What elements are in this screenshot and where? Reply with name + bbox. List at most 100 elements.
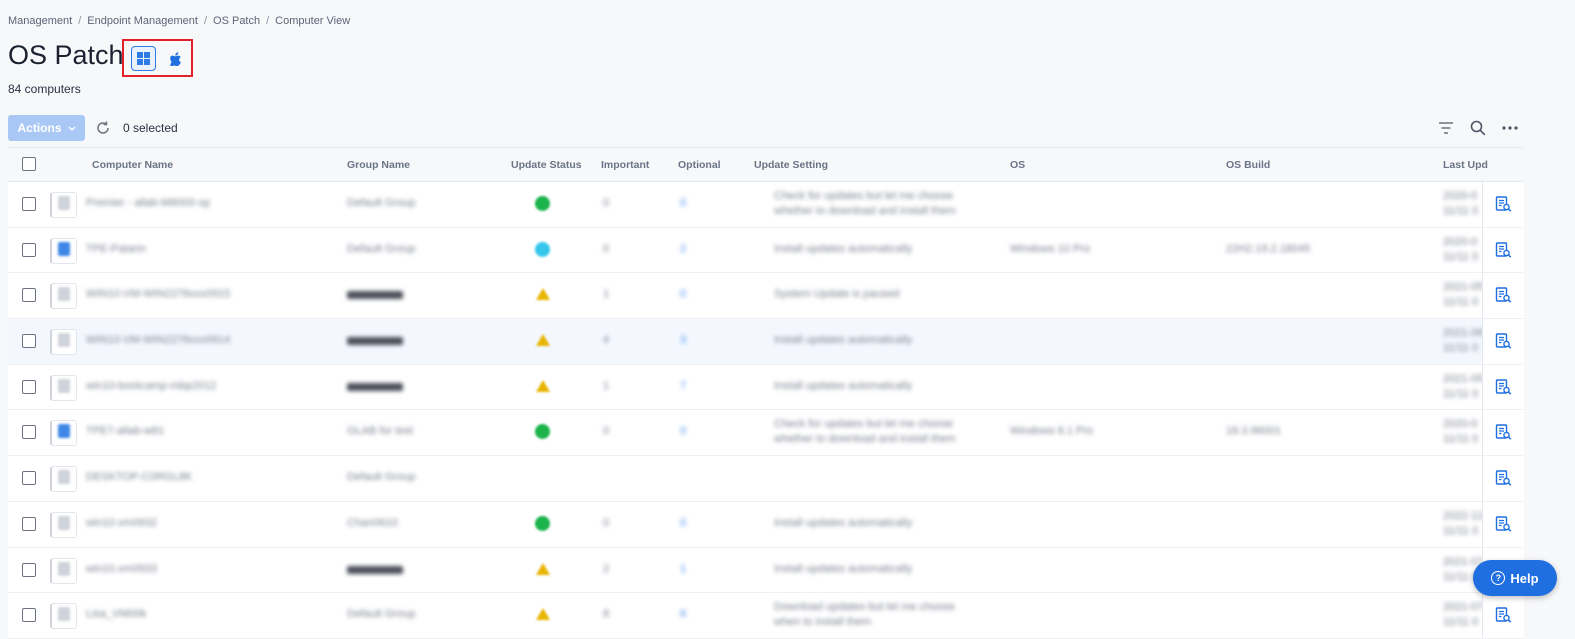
more-options-icon[interactable]	[1501, 119, 1519, 137]
column-group-name[interactable]: Group Name	[347, 159, 410, 171]
view-details-button[interactable]	[1482, 456, 1524, 501]
group-name: masked	[347, 563, 403, 578]
column-optional[interactable]: Optional	[678, 159, 721, 171]
breadcrumb-separator: /	[78, 15, 82, 27]
view-details-button[interactable]	[1482, 593, 1524, 638]
table-header: Computer Name Group Name Update Status I…	[8, 147, 1523, 182]
report-search-icon	[1495, 515, 1512, 532]
row-checkbox[interactable]	[22, 242, 36, 257]
view-details-button[interactable]	[1482, 273, 1524, 319]
table-row[interactable]: win10-bootcamp-mbp2012 masked 1 7 Install up…	[8, 364, 1524, 411]
important-count[interactable]: 1	[603, 288, 609, 300]
computer-icon	[58, 515, 70, 530]
last-update-date: 2021-05	[1443, 372, 1484, 385]
optional-count[interactable]: 0	[680, 425, 686, 437]
update-status-indicator	[535, 196, 550, 211]
breadcrumb-management[interactable]: Management	[8, 15, 72, 27]
row-checkbox[interactable]	[22, 197, 36, 211]
breadcrumb-endpoint-management[interactable]: Endpoint Management	[87, 15, 198, 27]
computer-name[interactable]: Lisa_VM00k	[86, 608, 147, 620]
windows-os-button[interactable]	[131, 46, 156, 71]
important-count[interactable]: 0	[603, 243, 609, 255]
column-update-setting[interactable]: Update Setting	[754, 159, 828, 171]
table-row[interactable]: win10.vm0932 Chan0610 0 0 Install updates au…	[8, 501, 1524, 548]
optional-count[interactable]: 2	[680, 243, 686, 255]
last-update: 2020-0 11/11 0	[1443, 417, 1478, 447]
computer-icon	[58, 607, 70, 622]
refresh-icon[interactable]	[94, 119, 112, 137]
computer-name[interactable]: TPE-Patarin	[86, 243, 146, 255]
optional-count[interactable]: 1	[680, 563, 686, 575]
computer-name[interactable]: Premier - allab-M8000-xp	[86, 197, 210, 209]
table-row[interactable]: Premier - allab-M8000-xp Default Group 0 0 C…	[8, 182, 1524, 228]
report-search-icon	[1495, 424, 1512, 441]
optional-count[interactable]: 0	[680, 517, 686, 529]
group-name: Default Group	[347, 608, 416, 621]
update-setting: Check for updates but let me choose wheth…	[774, 189, 956, 219]
column-os[interactable]: OS	[1010, 159, 1025, 171]
row-checkbox[interactable]	[22, 516, 36, 531]
table-row[interactable]: WIN10-VM-WIN2278xxx0915 masked 1 0 System Up…	[8, 273, 1524, 320]
last-update-time: 11/11 0	[1443, 342, 1479, 355]
table-row[interactable]: DESKTOP-C0RGL8K Default Group	[8, 456, 1524, 502]
update-setting: Install updates automatically	[774, 562, 913, 575]
last-update-time: 11/11 0	[1443, 524, 1479, 537]
important-count[interactable]: 8	[603, 608, 609, 620]
column-last-update[interactable]: Last Upd	[1443, 159, 1488, 171]
computer-name[interactable]: WIN10-VM-WIN2278xxx0915	[86, 288, 230, 300]
row-checkbox[interactable]	[22, 379, 36, 394]
important-count[interactable]: 2	[603, 563, 609, 575]
breadcrumb-os-patch[interactable]: OS Patch	[213, 15, 260, 27]
optional-count[interactable]: 3	[680, 334, 686, 346]
group-name-masked: masked	[347, 291, 403, 300]
group-name-masked: masked	[347, 337, 403, 346]
computer-name[interactable]: TPE7-allab-w81	[86, 425, 164, 437]
view-details-button[interactable]	[1482, 501, 1524, 547]
computer-name[interactable]: DESKTOP-C0RGL8K	[86, 471, 192, 483]
view-details-button[interactable]	[1482, 410, 1524, 456]
computer-name[interactable]: WIN10-VM-WIN2278xxx0914	[86, 334, 230, 346]
update-status-indicator	[535, 424, 550, 440]
computer-name[interactable]: win10.vm0932	[86, 517, 157, 529]
view-details-button[interactable]	[1482, 319, 1524, 364]
important-count[interactable]: 0	[603, 517, 609, 529]
row-checkbox[interactable]	[22, 425, 36, 440]
table-row[interactable]: Lisa_VM00k Default Group 8 6 Download update…	[8, 593, 1524, 639]
optional-count[interactable]: 0	[680, 288, 686, 300]
last-update-time: 11/11 0	[1443, 250, 1479, 263]
table-row[interactable]: TPE-Patarin Default Group 0 2 Install update…	[8, 227, 1524, 274]
important-count[interactable]: 4	[603, 334, 609, 346]
column-os-build[interactable]: OS Build	[1226, 159, 1270, 171]
view-details-button[interactable]	[1482, 182, 1524, 227]
table-row[interactable]: WIN10-VM-WIN2278xxx0914 masked 4 3 Install u…	[8, 319, 1524, 365]
view-details-button[interactable]	[1482, 364, 1524, 410]
important-count[interactable]: 1	[603, 380, 609, 392]
actions-button[interactable]: Actions	[8, 115, 85, 141]
table-row[interactable]: TPE7-allab-w81 GLAB for test 0 0 Check for u…	[8, 410, 1524, 457]
optional-count[interactable]: 7	[680, 380, 686, 392]
computer-name[interactable]: win10-bootcamp-mbp2012	[86, 380, 216, 392]
important-count[interactable]: 0	[603, 425, 609, 437]
select-all-checkbox[interactable]	[22, 157, 36, 171]
row-checkbox[interactable]	[22, 334, 36, 349]
important-count[interactable]: 0	[603, 197, 609, 209]
last-update-date: 2021-05	[1443, 281, 1484, 294]
column-computer-name[interactable]: Computer Name	[92, 159, 173, 171]
column-update-status[interactable]: Update Status	[511, 159, 582, 171]
optional-count[interactable]: 0	[680, 197, 686, 209]
view-details-button[interactable]	[1482, 227, 1524, 273]
row-checkbox[interactable]	[22, 471, 36, 486]
search-icon[interactable]	[1469, 119, 1487, 137]
filter-icon[interactable]	[1437, 119, 1455, 137]
help-button[interactable]: ? Help	[1473, 560, 1557, 596]
mac-os-button[interactable]	[163, 46, 188, 71]
row-checkbox[interactable]	[22, 608, 36, 623]
group-name: Chan0610	[347, 516, 398, 529]
column-important[interactable]: Important	[601, 159, 649, 171]
optional-count[interactable]: 6	[680, 608, 686, 620]
table-row[interactable]: win10.vm0933 masked 2 1 Install updates auto…	[8, 547, 1524, 594]
computer-name[interactable]: win10.vm0933	[86, 563, 157, 575]
breadcrumb: Management / Endpoint Management / OS Patch /…	[8, 15, 350, 27]
row-checkbox[interactable]	[22, 288, 36, 303]
row-checkbox[interactable]	[22, 562, 36, 577]
